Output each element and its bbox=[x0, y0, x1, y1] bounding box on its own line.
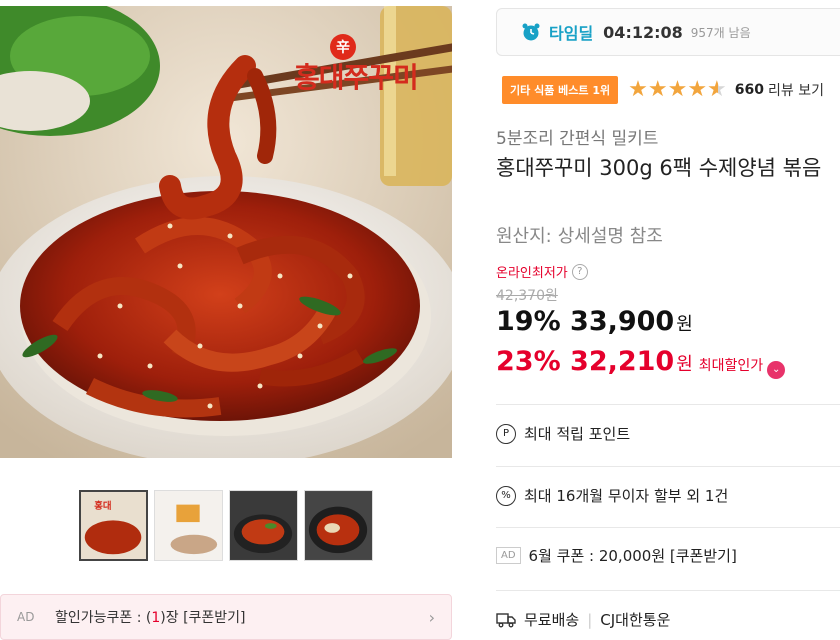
product-title: 홍대쭈꾸미 300g 6팩 수제양념 볶음 bbox=[496, 156, 822, 180]
logo-text: 홍대쭈꾸미 bbox=[294, 61, 419, 94]
coupon-text: 할인가능쿠폰 : (1)장 [쿠폰받기] bbox=[55, 610, 246, 626]
thumbnail-2[interactable] bbox=[154, 490, 223, 561]
max-discount-price: 23% 32,210 원 최대할인가 ⌄ bbox=[496, 346, 786, 379]
coupon-bar[interactable]: AD 할인가능쿠폰 : (1)장 [쿠폰받기] › bbox=[0, 594, 452, 640]
separator: | bbox=[587, 610, 593, 629]
review-count: 660 bbox=[734, 82, 765, 98]
ad-label: AD bbox=[496, 547, 521, 564]
help-icon[interactable]: ? bbox=[571, 263, 588, 280]
monthly-coupon-text: 6월 쿠폰 : 20,000원 [쿠폰받기] bbox=[528, 547, 737, 565]
svg-text:홍대: 홍대 bbox=[94, 500, 111, 512]
origin-value: 상세설명 참조 bbox=[557, 226, 663, 247]
timedeal-box: 타임딜 04:12:08 957개 남음 bbox=[496, 8, 840, 56]
star-icon: ★ bbox=[628, 77, 648, 102]
courier-text: CJ대한통운 bbox=[600, 611, 671, 629]
thumbnail-4[interactable] bbox=[304, 490, 373, 561]
installment-row[interactable]: % 최대 16개월 무이자 할부 외 1건 bbox=[496, 485, 728, 506]
product-subtitle: 5분조리 간편식 밀키트 bbox=[496, 129, 659, 149]
thumbnail-3[interactable] bbox=[229, 490, 298, 561]
ad-label: AD bbox=[17, 610, 35, 624]
divider bbox=[496, 590, 840, 591]
best-badge[interactable]: 기타 식품 베스트 1위 bbox=[502, 76, 619, 104]
discount-price-value: 19% 33,900 bbox=[496, 306, 675, 337]
main-product-image[interactable]: 辛 홍대쭈꾸미 bbox=[0, 6, 452, 458]
rating-stars: ★ ★ ★ ★ ★ bbox=[628, 79, 727, 101]
badge-row: 기타 식품 베스트 1위 ★ ★ ★ ★ ★ 660 리뷰 보기 bbox=[502, 76, 824, 104]
points-row[interactable]: P 최대 적립 포인트 bbox=[496, 423, 630, 444]
divider bbox=[496, 466, 840, 467]
half-star-icon: ★ bbox=[707, 77, 727, 102]
truck-icon bbox=[496, 612, 516, 627]
timedeal-countdown: 04:12:08 bbox=[603, 22, 683, 42]
max-discount-label: 최대할인가 bbox=[698, 358, 764, 374]
product-info: 타임딜 04:12:08 957개 남음 기타 식품 베스트 1위 ★ ★ ★ … bbox=[496, 0, 840, 640]
star-icon: ★ bbox=[687, 77, 708, 102]
shipping-text: 무료배송 bbox=[524, 611, 580, 629]
origin-info: 원산지: 상세설명 참조 bbox=[496, 222, 663, 248]
timedeal-label: 타임딜 bbox=[549, 24, 594, 43]
divider bbox=[496, 404, 840, 405]
thumbnail-list: 홍대 bbox=[79, 490, 373, 561]
original-price: 42,370원 bbox=[496, 288, 558, 304]
alarm-clock-icon bbox=[522, 23, 540, 41]
thumbnail-1[interactable]: 홍대 bbox=[79, 490, 148, 561]
percent-icon: % bbox=[496, 485, 516, 506]
lowest-price-label: 온라인최저가 ? bbox=[496, 262, 588, 281]
monthly-coupon-row[interactable]: AD 6월 쿠폰 : 20,000원 [쿠폰받기] bbox=[496, 545, 737, 566]
timedeal-remaining: 957개 남음 bbox=[690, 25, 751, 40]
points-text: 최대 적립 포인트 bbox=[524, 425, 631, 443]
star-icon: ★ bbox=[667, 77, 688, 102]
star-icon: ★ bbox=[647, 77, 668, 102]
shipping-row: 무료배송 | CJ대한통운 bbox=[496, 609, 670, 630]
coupon-count: 1 bbox=[151, 610, 161, 626]
chevron-down-icon[interactable]: ⌄ bbox=[767, 360, 786, 379]
discount-price: 19% 33,900 원 bbox=[496, 306, 693, 337]
origin-label: 원산지: bbox=[496, 226, 552, 247]
divider bbox=[496, 527, 840, 528]
brand-logo: 辛 홍대쭈꾸미 bbox=[294, 34, 444, 104]
review-link[interactable]: 리뷰 보기 bbox=[768, 80, 824, 100]
chevron-right-icon: › bbox=[428, 607, 435, 627]
max-discount-price-value: 23% 32,210 bbox=[496, 346, 675, 377]
point-icon: P bbox=[496, 423, 516, 444]
installment-text: 최대 16개월 무이자 할부 외 1건 bbox=[524, 487, 729, 505]
